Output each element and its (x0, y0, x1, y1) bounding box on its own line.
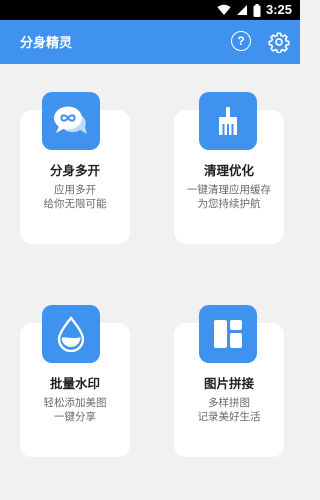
feature-title: 清理优化 (203, 163, 254, 178)
feature-icon-tile (42, 92, 100, 150)
settings-button[interactable] (268, 31, 290, 54)
help-circle-icon: ? (237, 34, 245, 48)
status-bar: 3:25 (0, 0, 300, 20)
app-bar: 分身精灵 ? (0, 20, 300, 64)
signal-icon (236, 5, 247, 15)
grid-layout-icon (214, 320, 242, 348)
help-button[interactable]: ? (231, 31, 251, 51)
chat-bubbles-icon (54, 106, 87, 134)
feature-title: 批量水印 (49, 376, 100, 391)
feature-title: 分身多开 (49, 163, 100, 178)
feature-icon-tile (199, 305, 257, 363)
water-drop-icon (57, 316, 85, 352)
wifi-icon (217, 4, 231, 16)
feature-description: 多样拼图 记录美好生活 (197, 397, 261, 423)
status-icons: 3:25 (217, 2, 292, 18)
feature-description: 一键清理应用缓存 为您持续护航 (187, 184, 271, 210)
battery-icon (253, 3, 261, 17)
status-time: 3:25 (265, 2, 292, 17)
feature-title: 图片拼接 (203, 376, 254, 391)
feature-description: 应用多开 给你无限可能 (43, 184, 107, 210)
app-title: 分身精灵 (20, 36, 73, 51)
feature-icon-tile (42, 305, 100, 363)
feature-description: 轻松添加美图 一键分享 (43, 397, 107, 423)
broom-icon (219, 107, 237, 135)
feature-icon-tile (199, 92, 257, 150)
gear-icon (268, 32, 290, 54)
